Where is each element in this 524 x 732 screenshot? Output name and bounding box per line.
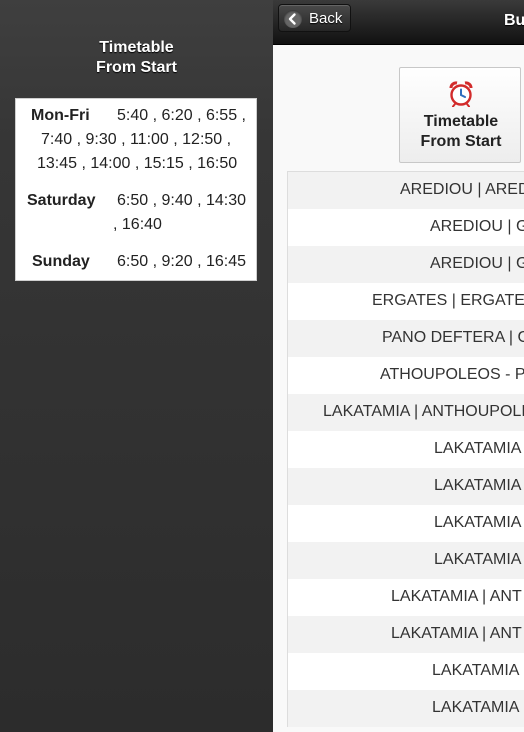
- saturday-label: Saturday: [27, 192, 96, 209]
- route-row[interactable]: AREDIOU | AREDI: [288, 172, 524, 209]
- alarm-clock-icon: [449, 81, 473, 107]
- weekdays-times-line1: 5:40 , 6:20 , 6:55 ,: [117, 107, 246, 124]
- route-label: LAKATAMIA: [432, 662, 520, 679]
- weekdays-times-line3: 13:45 , 14:00 , 15:15 , 16:50: [37, 155, 238, 172]
- route-label: LAKATAMIA: [434, 514, 522, 531]
- route-row[interactable]: ATHOUPOLEOS - P: [288, 357, 524, 394]
- route-row[interactable]: LAKATAMIA: [288, 653, 524, 690]
- route-label: LAKATAMIA: [434, 477, 522, 494]
- route-label: LAKATAMIA | ANT: [391, 588, 522, 605]
- route-row[interactable]: ERGATES | ERGATE: [288, 283, 524, 320]
- timetable-button-line2: From Start: [420, 133, 502, 150]
- timetable-button-label: Timetable From Start: [400, 112, 522, 152]
- route-row[interactable]: PANO DEFTERA | G: [288, 320, 524, 357]
- route-list: AREDIOU | AREDI AREDIOU | G AREDIOU | G …: [287, 171, 524, 727]
- route-label: AREDIOU | G: [430, 255, 524, 272]
- route-label: LAKATAMIA | ANTHOUPOLI: [323, 403, 524, 420]
- route-label: PANO DEFTERA | G: [382, 329, 524, 346]
- route-label: AREDIOU | G: [430, 218, 524, 235]
- route-row[interactable]: AREDIOU | G: [288, 246, 524, 283]
- panel-title-line2: From Start: [96, 59, 177, 76]
- timetable-from-start-button[interactable]: Timetable From Start: [399, 67, 521, 163]
- left-panel: Timetable From Start Mon-Fri 5:40 , 6:20…: [0, 0, 273, 732]
- page-title: Bu: [504, 12, 524, 29]
- panel-title-line1: Timetable: [99, 39, 174, 56]
- route-label: LAKATAMIA: [434, 440, 522, 457]
- route-label: LAKATAMIA | ANT: [391, 625, 522, 642]
- saturday-times-line2: , 16:40: [113, 216, 162, 233]
- weekdays-times-line2: 7:40 , 9:30 , 11:00 , 12:50 ,: [41, 131, 232, 148]
- back-label: Back: [309, 10, 343, 27]
- sunday-times-line1: 6:50 , 9:20 , 16:45: [117, 253, 246, 270]
- route-row[interactable]: LAKATAMIA | ANT: [288, 579, 524, 616]
- sunday-label: Sunday: [32, 253, 90, 270]
- route-row[interactable]: AREDIOU | G: [288, 209, 524, 246]
- route-row[interactable]: LAKATAMIA: [288, 468, 524, 505]
- route-row[interactable]: LAKATAMIA | ANTHOUPOLI: [288, 394, 524, 431]
- route-label: LAKATAMIA: [434, 551, 522, 568]
- weekdays-label: Mon-Fri: [31, 107, 90, 124]
- route-label: AREDIOU | AREDI: [400, 181, 524, 198]
- main-content: Timetable From Start AREDIOU | AREDI ARE…: [273, 45, 524, 732]
- route-label: LAKATAMIA: [432, 699, 520, 716]
- timetable-card: Mon-Fri 5:40 , 6:20 , 6:55 , 7:40 , 9:30…: [15, 98, 257, 281]
- route-label: ATHOUPOLEOS - P: [380, 366, 524, 383]
- route-row[interactable]: LAKATAMIA: [288, 542, 524, 579]
- back-button[interactable]: Back: [278, 4, 351, 32]
- route-row[interactable]: LAKATAMIA | ANT: [288, 616, 524, 653]
- header-bar: Back Bu: [273, 0, 524, 45]
- timetable-button-line1: Timetable: [423, 113, 499, 130]
- panel-title: Timetable From Start: [0, 38, 273, 78]
- route-row[interactable]: LAKATAMIA: [288, 505, 524, 542]
- saturday-times-line1: 6:50 , 9:40 , 14:30: [117, 192, 246, 209]
- route-row[interactable]: LAKATAMIA: [288, 690, 524, 727]
- arrow-left-circle-icon: [284, 10, 302, 28]
- route-label: ERGATES | ERGATE: [372, 292, 524, 309]
- route-row[interactable]: LAKATAMIA: [288, 431, 524, 468]
